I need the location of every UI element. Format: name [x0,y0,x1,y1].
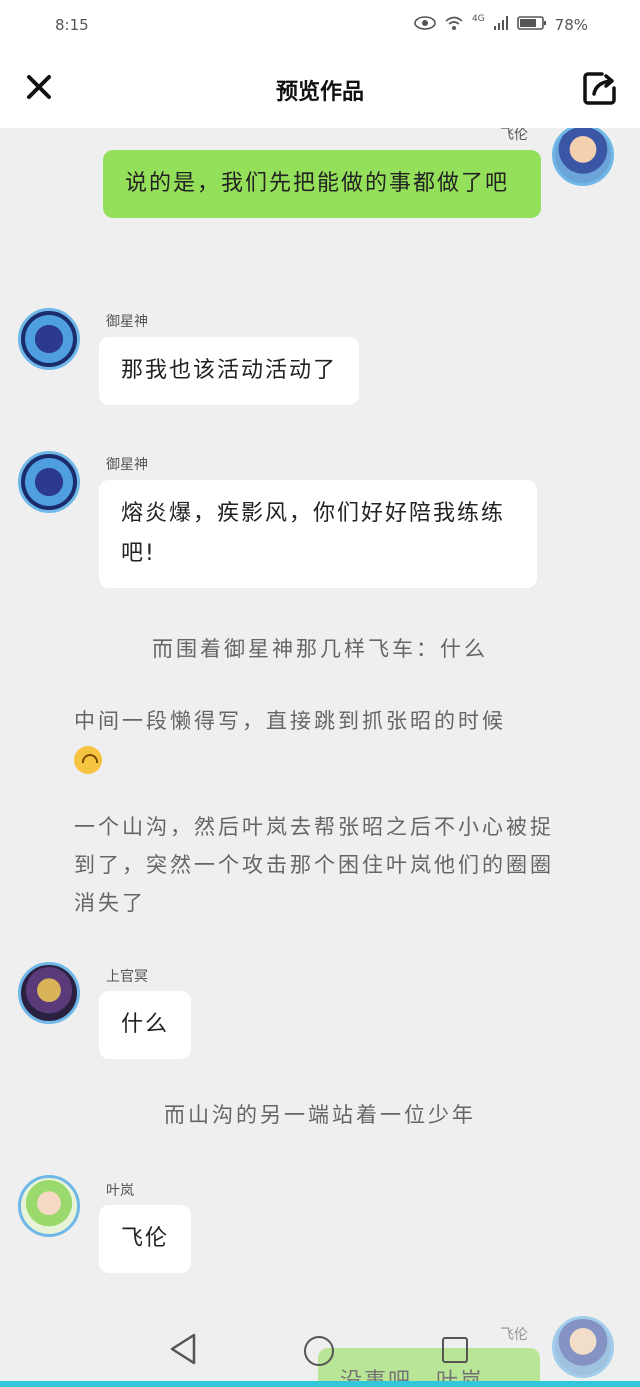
chat-bubble[interactable]: 什么 [99,991,192,1059]
chat-bubble[interactable]: 熔炎爆，疾影风，你们好好陪我练练吧! [99,480,537,588]
avatar[interactable] [18,962,80,1024]
narration-text: 中间一段懒得写，直接跳到抓张昭的时候 [74,702,564,778]
narration-text: 一个山沟，然后叶岚去帮张昭之后不小心被捉到了，突然一个攻击那个困住叶岚他们的圈圈… [74,815,554,915]
share-icon [583,72,616,105]
avatar[interactable] [18,308,80,370]
chat-bubble[interactable]: 飞伦 [99,1205,192,1273]
narration-line: 中间一段懒得写，直接跳到抓张昭的时候 [74,709,506,733]
avatar[interactable] [552,128,614,186]
narration-text: 而围着御星神那几样飞车：什么 [152,637,488,661]
eye-icon [414,16,436,34]
avatar[interactable] [18,1175,80,1237]
share-button[interactable] [582,70,618,106]
sender-name: 御星神 [106,457,148,473]
app-header: 预览作品 [0,50,640,128]
network-label: 4G [471,14,485,24]
status-icons: 4G 78% [414,14,588,35]
sender-name: 叶岚 [106,1183,134,1199]
recent-apps-button[interactable] [442,1337,468,1363]
system-nav-bar [0,1310,640,1387]
sender-name: 飞伦 [500,128,528,143]
battery-level: 78% [554,16,588,34]
sender-name: 御星神 [106,314,148,330]
wifi-icon [444,15,464,35]
signal-icon [493,15,509,35]
sender-name: 上官冥 [106,969,148,985]
chat-area[interactable]: 飞伦 说的是，我们先把能做的事都做了吧 御星神 那我也该活动活动了 御星神 熔炎… [0,128,640,1387]
upside-down-face-icon [74,746,102,774]
home-button[interactable] [304,1336,334,1366]
bottom-accent-line [0,1381,640,1387]
chat-bubble[interactable]: 说的是，我们先把能做的事都做了吧 [103,150,541,218]
back-button[interactable] [168,1332,198,1370]
back-triangle-icon [170,1333,196,1365]
battery-icon [516,15,547,35]
status-bar: 8:15 4G 78% [0,0,640,50]
avatar[interactable] [18,451,80,513]
page-title: 预览作品 [275,80,364,105]
status-time: 8:15 [55,16,89,34]
narration-text: 而山沟的另一端站着一位少年 [164,1103,476,1127]
chat-bubble[interactable]: 那我也该活动活动了 [99,337,360,405]
